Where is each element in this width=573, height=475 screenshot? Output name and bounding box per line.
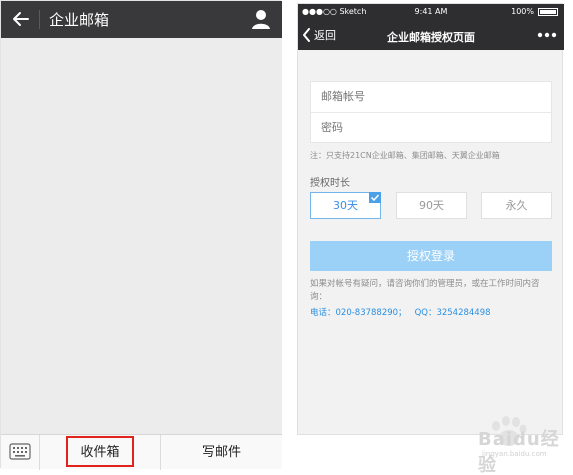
login-form	[310, 81, 552, 143]
bottom-menu-bar: 收件箱 写邮件	[1, 434, 282, 470]
duration-option-forever[interactable]: 永久	[481, 192, 552, 219]
duration-option-90-days[interactable]: 90天	[396, 192, 467, 219]
qq-link[interactable]: QQ：3254284498	[415, 308, 491, 318]
help-text: 如果对帐号有疑问，请咨询你们的管理员，或在工作时间内咨询：	[310, 279, 540, 302]
bar-divider	[39, 435, 40, 470]
header-divider	[39, 10, 40, 29]
duration-label: 授权时长	[310, 178, 350, 189]
battery-icon	[538, 8, 558, 16]
left-phone-screen: 企业邮箱 收件箱 写邮件	[0, 0, 282, 470]
inbox-tab[interactable]: 收件箱	[66, 436, 134, 467]
right-phone-screen: ●●●○○ Sketch 9:41 AM 100% 返回 企业邮箱授权页面 注：…	[297, 3, 564, 435]
contact-info: 电话：020-83788290； QQ：3254284498	[310, 306, 491, 318]
support-note: 注：只支持21CN企业邮箱、集团邮箱、天翼企业邮箱	[310, 151, 500, 160]
status-bar: ●●●○○ Sketch 9:41 AM 100%	[298, 4, 564, 20]
page-title: 企业邮箱	[49, 11, 110, 29]
duration-option-label: 30天	[333, 199, 358, 212]
content-area	[1, 38, 282, 434]
duration-option-label: 90天	[419, 199, 444, 212]
duration-option-30-days[interactable]: 30天	[310, 192, 381, 219]
person-icon[interactable]	[250, 8, 272, 30]
checkmark-icon	[369, 192, 381, 203]
keyboard-icon[interactable]	[9, 443, 31, 460]
screenshot-root: 企业邮箱 收件箱 写邮件 ●●●○○ Sketch 9:41 AM 100% 返…	[0, 0, 573, 475]
nav-title: 企业邮箱授权页面	[387, 31, 475, 44]
duration-option-label: 永久	[505, 199, 528, 212]
back-arrow-icon[interactable]	[9, 7, 33, 31]
nav-bar: 返回 企业邮箱授权页面	[298, 20, 564, 50]
password-input[interactable]	[321, 113, 543, 143]
account-input[interactable]	[321, 82, 543, 112]
app-header: 企业邮箱	[1, 1, 282, 38]
battery-label: 100%	[511, 7, 534, 16]
phone-link[interactable]: 电话：020-83788290；	[310, 308, 407, 318]
compose-tab[interactable]: 写邮件	[161, 435, 282, 470]
more-icon[interactable]	[536, 28, 558, 42]
watermark-url: jingyan.baidu.com	[482, 450, 547, 458]
authorize-login-button[interactable]: 授权登录	[310, 241, 552, 271]
